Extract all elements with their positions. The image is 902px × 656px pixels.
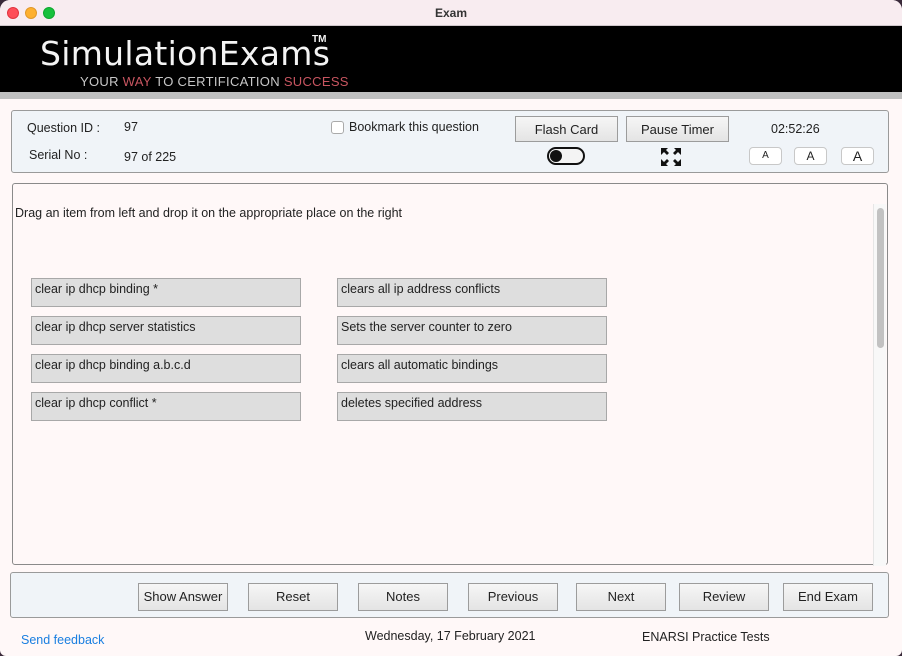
end-exam-button[interactable]: End Exam	[783, 583, 873, 611]
send-feedback-link[interactable]: Send feedback	[21, 633, 104, 647]
title-bar: Exam	[0, 0, 902, 26]
tagline-accent: SUCCESS	[283, 74, 349, 89]
question-info-panel: Question ID : 97 Serial No : 97 of 225 B…	[11, 110, 889, 173]
next-button[interactable]: Next	[576, 583, 666, 611]
trademark-symbol: TM	[312, 34, 327, 45]
drop-target[interactable]: clears all automatic bindings	[337, 354, 607, 383]
flash-card-toggle[interactable]	[547, 147, 585, 165]
scrollbar-thumb[interactable]	[877, 208, 884, 348]
font-size-large-button[interactable]: A	[841, 147, 874, 165]
font-size-small-button[interactable]: A	[749, 147, 782, 165]
bookmark-checkbox[interactable]	[331, 121, 344, 134]
drag-item[interactable]: clear ip dhcp conflict *	[31, 392, 301, 421]
font-size-medium-button[interactable]: A	[794, 147, 827, 165]
notes-button[interactable]: Notes	[358, 583, 448, 611]
logo-text: SimulationExams	[40, 34, 331, 73]
window-title: Exam	[434, 6, 468, 20]
tagline-accent: WAY	[122, 74, 152, 89]
pause-timer-button[interactable]: Pause Timer	[626, 116, 729, 142]
drag-item[interactable]: clear ip dhcp binding a.b.c.d	[31, 354, 301, 383]
drag-item[interactable]: clear ip dhcp server statistics	[31, 316, 301, 345]
brand-banner: SimulationExams TM YOUR WAY TO CERTIFICA…	[0, 26, 902, 92]
tagline-part: TO CERTIFICATION	[151, 74, 284, 89]
timer-display: 02:52:26	[771, 122, 820, 136]
fullscreen-expand-icon[interactable]	[660, 147, 682, 167]
action-bar: Show Answer Reset Notes Previous Next Re…	[10, 572, 889, 618]
tagline-part: YOUR	[80, 74, 123, 89]
question-id-value: 97	[124, 120, 138, 134]
vertical-scrollbar[interactable]	[873, 204, 886, 566]
serial-no-label: Serial No :	[29, 148, 88, 162]
question-instruction: Drag an item from left and drop it on th…	[15, 206, 403, 220]
flash-card-button[interactable]: Flash Card	[515, 116, 618, 142]
drop-target[interactable]: Sets the server counter to zero	[337, 316, 607, 345]
drop-target[interactable]: deletes specified address	[337, 392, 607, 421]
bookmark-label[interactable]: Bookmark this question	[349, 120, 479, 134]
serial-no-value: 97 of 225	[124, 150, 177, 164]
question-id-label: Question ID :	[27, 121, 100, 135]
exam-window: Exam SimulationExams TM YOUR WAY TO CERT…	[0, 0, 902, 656]
drop-target[interactable]: clears all ip address conflicts	[337, 278, 607, 307]
show-answer-button[interactable]: Show Answer	[138, 583, 228, 611]
toggle-knob	[550, 150, 562, 162]
tagline: YOUR WAY TO CERTIFICATION SUCCESS	[80, 74, 349, 89]
drag-item[interactable]: clear ip dhcp binding *	[31, 278, 301, 307]
reset-button[interactable]: Reset	[248, 583, 338, 611]
banner-divider	[0, 92, 902, 99]
previous-button[interactable]: Previous	[468, 583, 558, 611]
question-content-area: Drag an item from left and drop it on th…	[12, 183, 888, 566]
current-date: Wednesday, 17 February 2021	[365, 629, 536, 643]
review-button[interactable]: Review	[679, 583, 769, 611]
product-name: ENARSI Practice Tests	[642, 630, 770, 644]
